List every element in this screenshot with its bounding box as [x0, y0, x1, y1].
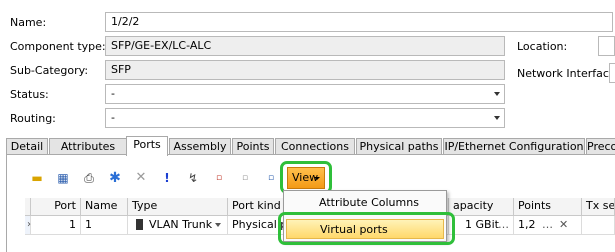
tab-detail[interactable]: Detail [6, 138, 48, 155]
routing-dropdown[interactable]: - [105, 108, 505, 128]
delete-icon[interactable]: ✕ [132, 170, 150, 186]
tab-points[interactable]: Points [232, 138, 274, 155]
status-dropdown[interactable]: - [105, 84, 505, 104]
tab-assembly[interactable]: Assembly [169, 138, 231, 155]
filter-icon[interactable]: ▬ [28, 170, 46, 186]
menu-item-attribute-columns[interactable]: Attribute Columns [286, 193, 444, 213]
port-config-icon[interactable]: ▫ [262, 170, 280, 186]
tab-attributes[interactable]: Attributes [49, 138, 127, 155]
column-header-points[interactable]: Points [514, 198, 582, 216]
cell-capacity-value: 1 GBit [465, 218, 499, 231]
routing-label: Routing: [10, 112, 56, 125]
routing-value: - [111, 111, 115, 124]
column-header-tx[interactable]: Tx se [582, 198, 615, 216]
close-icon[interactable]: ✕ [559, 216, 568, 233]
cell-port[interactable]: 1 [31, 216, 81, 235]
vlan-trunk-icon [136, 219, 143, 230]
tab-strip: Detail Attributes Ports Assembly Points … [6, 136, 615, 156]
sub-category-label: Sub-Category: [10, 64, 89, 77]
component-type-label: Component type: [10, 40, 106, 53]
component-type-field: SFP/GE-EX/LC-ALC [105, 36, 505, 56]
network-interface-field[interactable] [609, 63, 615, 83]
cell-name[interactable]: 1 [81, 216, 128, 235]
tab-connections[interactable]: Connections [275, 138, 355, 155]
cell-capacity[interactable]: 1 GBit … [449, 216, 514, 235]
print-icon[interactable]: ⎙ [80, 170, 98, 186]
name-field[interactable]: 1/2/2 [105, 12, 613, 32]
tab-physical-paths[interactable]: Physical paths [356, 138, 442, 155]
network-interface-label: Network Interface: [517, 67, 615, 80]
status-label: Status: [10, 88, 49, 101]
chevron-down-icon[interactable] [494, 92, 500, 96]
sub-category-field: SFP [105, 60, 505, 80]
chevron-down-icon[interactable] [215, 223, 221, 227]
ellipsis-icon[interactable]: … [542, 216, 553, 233]
location-field[interactable] [598, 36, 615, 56]
exclamation-icon[interactable]: ! [158, 170, 176, 186]
virtual-ports-highlight [278, 212, 455, 245]
chevron-down-icon[interactable] [494, 116, 500, 120]
tab-preco[interactable]: Preco [586, 138, 615, 155]
column-header-type[interactable]: Type [128, 198, 228, 216]
column-header-port[interactable]: Port [31, 198, 81, 216]
status-value: - [111, 87, 115, 100]
cell-type[interactable]: VLAN Trunk [128, 216, 228, 235]
cell-points-value: 1,2 [518, 218, 536, 231]
asterisk-icon[interactable]: ✱ [106, 170, 124, 186]
tab-ip-ethernet-configuration[interactable]: IP/Ethernet Configuration [443, 138, 585, 155]
tab-ports[interactable]: Ports [126, 136, 168, 156]
column-header-name[interactable]: Name [81, 198, 128, 216]
name-label: Name: [10, 16, 47, 29]
copy-port-icon[interactable]: ▫ [210, 170, 228, 186]
ellipsis-icon[interactable]: … [498, 216, 509, 233]
cell-tx[interactable] [582, 216, 615, 235]
location-label: Location: [517, 40, 568, 53]
paste-port-icon[interactable]: ▫ [236, 170, 254, 186]
cell-points[interactable]: 1,2 … ✕ [514, 216, 582, 235]
column-header-capacity[interactable]: apacity [449, 198, 514, 216]
columns-icon[interactable]: ▦ [54, 170, 72, 186]
cell-type-value: VLAN Trunk [149, 218, 213, 231]
wrench-icon[interactable]: ↯ [184, 170, 202, 186]
